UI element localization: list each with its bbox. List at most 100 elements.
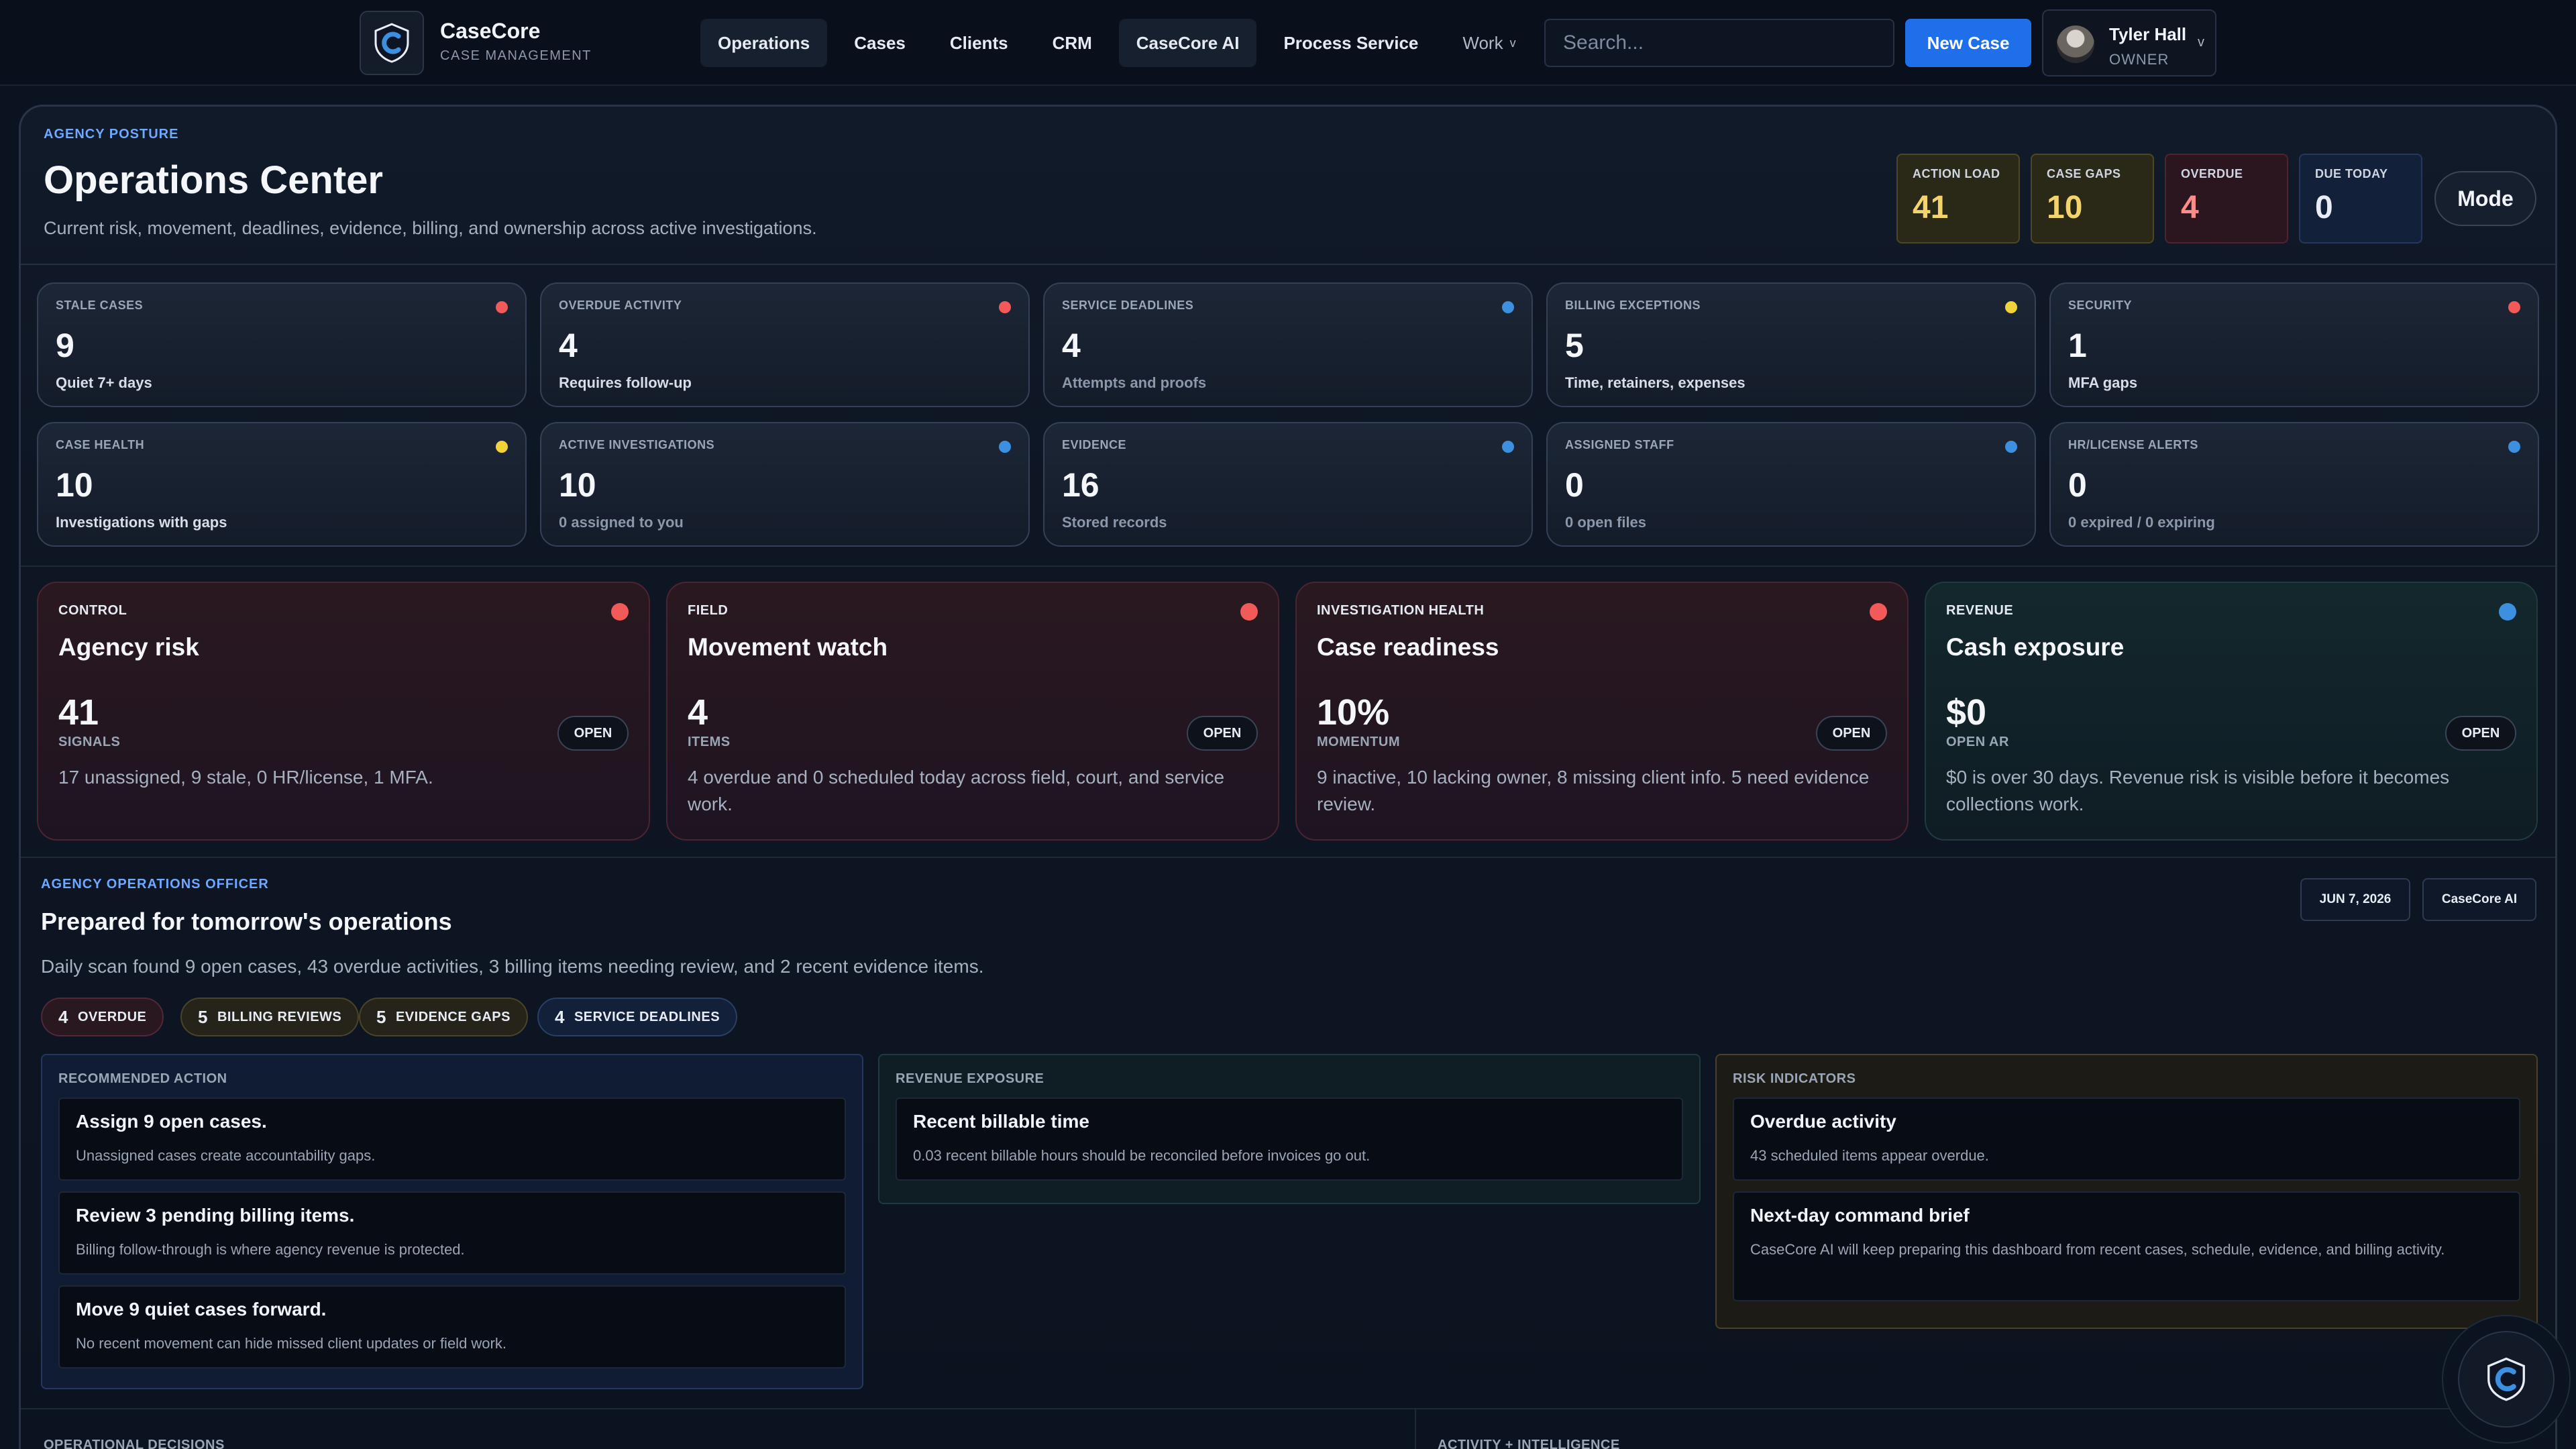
- metric-overdue-activity[interactable]: OVERDUE ACTIVITY 4 Requires follow-up: [540, 282, 1030, 407]
- status-dot-blue: [2508, 441, 2520, 453]
- metric-value: 10: [559, 466, 596, 504]
- operational-decisions-header: OPERATIONAL DECISIONS: [44, 1438, 225, 1449]
- metric-hr-license-alerts[interactable]: HR/LICENSE ALERTS 0 0 expired / 0 expiri…: [2049, 422, 2539, 547]
- open-button[interactable]: OPEN: [2445, 716, 2516, 751]
- status-dot-yellow: [496, 441, 508, 453]
- status-dot-red: [1870, 603, 1887, 621]
- status-dot-red: [611, 603, 629, 621]
- metric-label: SECURITY: [2068, 299, 2133, 312]
- pill-count: 4: [555, 1006, 565, 1027]
- metric-value: 0: [1565, 466, 1584, 504]
- nav-crm[interactable]: CRM: [1035, 19, 1110, 67]
- stat-label: DUE TODAY: [2315, 167, 2388, 180]
- open-button[interactable]: OPEN: [1187, 716, 1258, 751]
- metric-security[interactable]: SECURITY 1 MFA gaps: [2049, 282, 2539, 407]
- list-item[interactable]: Assign 9 open cases. Unassigned cases cr…: [58, 1097, 846, 1181]
- summary-title: Case readiness: [1317, 633, 1499, 661]
- pill-label: SERVICE DEADLINES: [574, 1009, 720, 1024]
- pill-label: EVIDENCE GAPS: [395, 1009, 511, 1024]
- stat-value: 10: [2047, 190, 2083, 225]
- page-title: Operations Center: [44, 158, 383, 202]
- metric-value: 4: [559, 327, 578, 364]
- search-input[interactable]: [1544, 19, 1894, 67]
- nav-cases[interactable]: Cases: [837, 19, 923, 67]
- metric-note: MFA gaps: [2068, 374, 2138, 391]
- nav-process-service[interactable]: Process Service: [1266, 19, 1436, 67]
- item-title: Overdue activity: [1750, 1111, 1896, 1132]
- item-title: Recent billable time: [913, 1111, 1089, 1132]
- metric-label: BILLING EXCEPTIONS: [1565, 299, 1701, 312]
- metric-note: Quiet 7+ days: [56, 374, 152, 391]
- pill-evidence-gaps[interactable]: 5 EVIDENCE GAPS: [359, 998, 528, 1036]
- officer-title: Prepared for tomorrow's operations: [41, 908, 452, 935]
- open-button[interactable]: OPEN: [557, 716, 629, 751]
- metric-evidence[interactable]: EVIDENCE 16 Stored records: [1043, 422, 1533, 547]
- stat-case-gaps[interactable]: CASE GAPS 10: [2031, 154, 2154, 244]
- summary-unit: OPEN AR: [1946, 735, 2009, 749]
- pill-billing-reviews[interactable]: 5 BILLING REVIEWS: [180, 998, 360, 1036]
- stat-overdue[interactable]: OVERDUE 4: [2165, 154, 2288, 244]
- status-dot-red: [2508, 301, 2520, 313]
- bottom-section-headers: OPERATIONAL DECISIONS ACTIVITY + INTELLI…: [21, 1408, 2555, 1449]
- nav-work-dropdown[interactable]: Work v: [1445, 19, 1533, 67]
- nav-operations[interactable]: Operations: [700, 19, 828, 67]
- casecore-ai-button[interactable]: CaseCore AI: [2422, 878, 2536, 921]
- nav-work-label: Work: [1462, 32, 1503, 53]
- status-dot-blue: [2499, 603, 2516, 621]
- operations-panel: AGENCY POSTURE Operations Center Current…: [19, 105, 2557, 1449]
- summary-cash-exposure[interactable]: REVENUE Cash exposure $0 OPEN AR $0 is o…: [1925, 582, 2538, 841]
- stat-due-today[interactable]: DUE TODAY 0: [2299, 154, 2422, 244]
- summary-value: 4: [688, 692, 708, 733]
- summary-description: $0 is over 30 days. Revenue risk is visi…: [1946, 767, 2450, 814]
- panel-header: RISK INDICATORS: [1733, 1071, 1856, 1086]
- metric-value: 16: [1062, 466, 1099, 504]
- summary-movement-watch[interactable]: FIELD Movement watch 4 ITEMS 4 overdue a…: [666, 582, 1279, 841]
- nav-casecore-ai[interactable]: CaseCore AI: [1118, 19, 1257, 67]
- metric-label: SERVICE DEADLINES: [1062, 299, 1194, 312]
- metric-billing-exceptions[interactable]: BILLING EXCEPTIONS 5 Time, retainers, ex…: [1546, 282, 2036, 407]
- metric-case-health[interactable]: CASE HEALTH 10 Investigations with gaps: [37, 422, 527, 547]
- metric-value: 4: [1062, 327, 1081, 364]
- list-item[interactable]: Overdue activity 43 scheduled items appe…: [1733, 1097, 2520, 1181]
- summary-unit: MOMENTUM: [1317, 735, 1400, 749]
- officer-kicker: AGENCY OPERATIONS OFFICER: [41, 877, 269, 892]
- pill-count: 5: [376, 1006, 386, 1027]
- summary-agency-risk[interactable]: CONTROL Agency risk 41 SIGNALS 17 unassi…: [37, 582, 650, 841]
- summary-value: 10%: [1317, 692, 1390, 733]
- item-title: Move 9 quiet cases forward.: [76, 1299, 327, 1320]
- metric-note: Investigations with gaps: [56, 514, 227, 531]
- column-divider: [1415, 1409, 1416, 1449]
- metric-service-deadlines[interactable]: SERVICE DEADLINES 4 Attempts and proofs: [1043, 282, 1533, 407]
- summary-unit: SIGNALS: [58, 735, 121, 749]
- metric-value: 10: [56, 466, 93, 504]
- list-item[interactable]: Recent billable time 0.03 recent billabl…: [896, 1097, 1683, 1181]
- new-case-button[interactable]: New Case: [1905, 19, 2031, 67]
- item-description: CaseCore AI will keep preparing this das…: [1750, 1241, 2445, 1258]
- list-item[interactable]: Review 3 pending billing items. Billing …: [58, 1191, 846, 1275]
- metric-assigned-staff[interactable]: ASSIGNED STAFF 0 0 open files: [1546, 422, 2036, 547]
- summary-case-readiness[interactable]: INVESTIGATION HEALTH Case readiness 10% …: [1295, 582, 1909, 841]
- panel-header: RECOMMENDED ACTION: [58, 1071, 227, 1086]
- mode-button[interactable]: Mode: [2434, 171, 2536, 226]
- user-menu[interactable]: Tyler Hall OWNER v: [2042, 9, 2216, 76]
- metric-active-investigations[interactable]: ACTIVE INVESTIGATIONS 10 0 assigned to y…: [540, 422, 1030, 547]
- metric-note: 0 assigned to you: [559, 514, 684, 531]
- pill-service-deadlines[interactable]: 4 SERVICE DEADLINES: [537, 998, 738, 1036]
- casecore-logo-icon[interactable]: [360, 11, 424, 75]
- summary-unit: ITEMS: [688, 735, 731, 749]
- summary-tag: CONTROL: [58, 603, 127, 618]
- open-button[interactable]: OPEN: [1816, 716, 1887, 751]
- stat-action-load[interactable]: ACTION LOAD 41: [1896, 154, 2020, 244]
- metric-label: HR/LICENSE ALERTS: [2068, 438, 2198, 451]
- list-item[interactable]: Next-day command brief CaseCore AI will …: [1733, 1191, 2520, 1301]
- metric-stale-cases[interactable]: STALE CASES 9 Quiet 7+ days: [37, 282, 527, 407]
- list-item[interactable]: Move 9 quiet cases forward. No recent mo…: [58, 1285, 846, 1368]
- assistant-launcher-button[interactable]: [2442, 1315, 2571, 1444]
- summary-tag: FIELD: [688, 603, 729, 618]
- pill-overdue[interactable]: 4 OVERDUE: [41, 998, 164, 1036]
- metric-label: CASE HEALTH: [56, 438, 145, 451]
- chevron-down-icon: v: [2198, 35, 2204, 50]
- nav-clients[interactable]: Clients: [932, 19, 1026, 67]
- metric-value: 9: [56, 327, 74, 364]
- metric-note: Attempts and proofs: [1062, 374, 1207, 391]
